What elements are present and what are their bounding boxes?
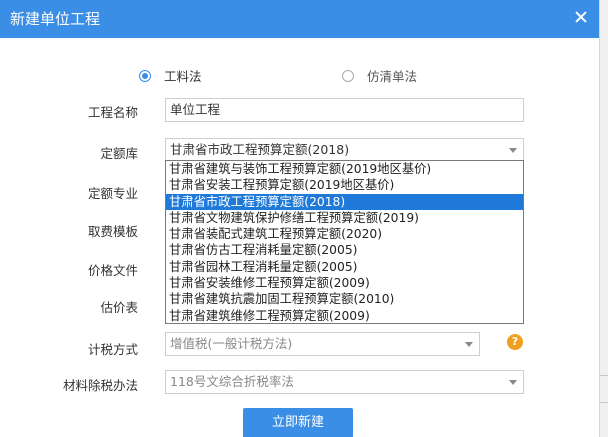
chevron-down-icon — [465, 342, 473, 347]
quota-lib-select[interactable]: 甘肃省市政工程预算定额(2018) — [165, 138, 524, 162]
project-name-label: 工程名称 — [87, 105, 138, 120]
tax-method-select[interactable]: 增值税(一般计税方法) — [165, 332, 480, 356]
background-window-edge — [599, 0, 608, 437]
material-tax-label: 材料除税办法 — [62, 378, 138, 393]
dropdown-option[interactable]: 甘肃省安装工程预算定额(2019地区基价) — [166, 177, 523, 193]
quota-major-label: 定额专业 — [87, 186, 138, 201]
material-tax-value: 118号文综合折税率法 — [170, 374, 294, 389]
divider — [600, 375, 608, 376]
radio-unchecked-icon — [342, 69, 354, 82]
help-icon[interactable]: ? — [507, 334, 523, 350]
quota-lib-dropdown-list[interactable]: 甘肃省建筑与装饰工程预算定额(2019地区基价) 甘肃省安装工程预算定额(201… — [165, 160, 524, 324]
tax-method-value: 增值税(一般计税方法) — [170, 336, 293, 351]
tax-method-label: 计税方式 — [87, 342, 138, 357]
radio-pseudo-list[interactable]: 仿清单法 — [342, 66, 417, 85]
quota-lib-label: 定额库 — [100, 146, 138, 161]
dropdown-option[interactable]: 甘肃省园林工程消耗量定额(2005) — [166, 259, 523, 275]
divider — [600, 402, 608, 403]
dialog-titlebar: 新建单位工程 — [0, 0, 599, 38]
dropdown-option[interactable]: 甘肃省建筑抗震加固工程预算定额(2010) — [166, 291, 523, 307]
valuation-table-label: 估价表 — [100, 300, 138, 315]
chevron-down-icon — [509, 148, 517, 153]
radio-checked-icon — [139, 69, 151, 82]
dropdown-option[interactable]: 甘肃省文物建筑保护修缮工程预算定额(2019) — [166, 210, 523, 226]
dropdown-option[interactable]: 甘肃省安装维修工程预算定额(2009) — [166, 275, 523, 291]
dropdown-option[interactable]: 甘肃省建筑维修工程预算定额(2009) — [166, 308, 523, 324]
dropdown-option[interactable]: 甘肃省市政工程预算定额(2018) — [166, 193, 523, 210]
project-name-input[interactable]: 单位工程 — [165, 98, 524, 122]
dropdown-option[interactable]: 甘肃省仿古工程消耗量定额(2005) — [166, 242, 523, 258]
dropdown-option[interactable]: 甘肃省建筑与装饰工程预算定额(2019地区基价) — [166, 161, 523, 177]
radio-labor-material-label: 工料法 — [164, 69, 202, 84]
dialog-title: 新建单位工程 — [10, 10, 101, 28]
quota-lib-value: 甘肃省市政工程预算定额(2018) — [170, 142, 350, 157]
chevron-down-icon — [509, 380, 517, 385]
create-now-button[interactable]: 立即新建 — [243, 408, 353, 437]
fee-template-label: 取费模板 — [87, 224, 138, 239]
dropdown-option[interactable]: 甘肃省装配式建筑工程预算定额(2020) — [166, 226, 523, 242]
radio-pseudo-list-label: 仿清单法 — [367, 69, 418, 84]
close-icon[interactable] — [573, 9, 589, 25]
material-tax-select[interactable]: 118号文综合折税率法 — [165, 370, 524, 394]
price-file-label: 价格文件 — [87, 263, 138, 278]
radio-labor-material[interactable]: 工料法 — [139, 66, 202, 85]
